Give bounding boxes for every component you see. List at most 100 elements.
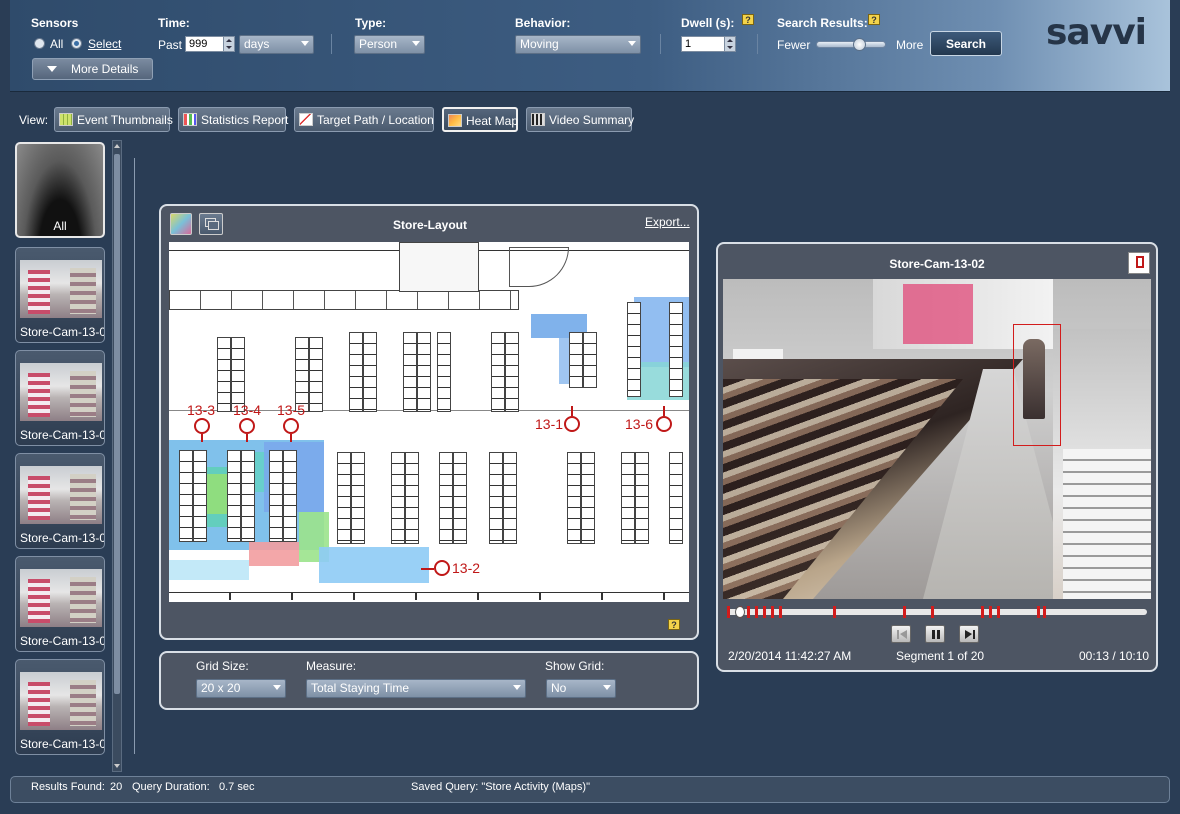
shelf (193, 450, 207, 542)
statistics-report-button[interactable]: Statistics Report (178, 107, 289, 132)
shelf (217, 337, 231, 412)
scroll-down-icon[interactable] (114, 764, 120, 768)
results-slider-track[interactable] (816, 38, 886, 51)
timeline-event-tick[interactable] (997, 606, 1000, 618)
timeline-event-tick[interactable] (833, 606, 836, 618)
help-icon[interactable]: ? (742, 14, 754, 25)
timeline-event-tick[interactable] (779, 606, 782, 618)
camera-marker-13-1[interactable] (564, 416, 580, 432)
camera-thumb[interactable]: Store-Cam-13-0 (15, 556, 105, 652)
camera-thumb[interactable]: Store-Cam-13-0 (15, 453, 105, 549)
help-icon[interactable]: ? (668, 619, 680, 630)
camera-thumb[interactable]: Store-Cam-13-0 (15, 247, 105, 343)
video-summary-button[interactable]: Video Summary (526, 107, 634, 132)
grid-size-label: Grid Size: (196, 659, 249, 673)
camera-marker-13-4[interactable] (239, 418, 255, 434)
event-thumbnails-button[interactable]: Event Thumbnails (54, 107, 173, 132)
results-slider-knob[interactable] (853, 38, 866, 51)
view-label: View: (19, 113, 49, 127)
shelf (405, 452, 419, 544)
camera-thumb-all[interactable]: All (15, 142, 105, 238)
popout-icon[interactable] (1128, 252, 1150, 274)
scroll-up-icon[interactable] (114, 144, 120, 148)
heat-cell (169, 560, 249, 580)
fewer-label: Fewer (777, 38, 811, 52)
timeline-event-tick[interactable] (1037, 606, 1040, 618)
window-icon[interactable] (199, 213, 223, 235)
pharmacy-area (399, 242, 479, 292)
shelf (241, 450, 255, 542)
shelf (363, 332, 377, 412)
camera-marker-label: 13-5 (277, 402, 306, 418)
right-shelf-products (1063, 449, 1151, 599)
timeline-event-tick[interactable] (727, 606, 730, 618)
timeline-event-tick[interactable] (771, 606, 774, 618)
dwell-stepper[interactable] (724, 37, 735, 51)
camera-marker-13-5[interactable] (283, 418, 299, 434)
timeline-event-tick[interactable] (903, 606, 906, 618)
divider (660, 34, 661, 54)
sensors-all-radio[interactable] (34, 38, 45, 49)
timeline-event-tick[interactable] (755, 606, 758, 618)
sensors-select-link[interactable]: Select (88, 37, 121, 51)
export-link[interactable]: Export... (645, 215, 690, 229)
camera-thumb[interactable]: Store-Cam-13-0 (15, 659, 105, 755)
camera-marker-13-3[interactable] (194, 418, 210, 434)
shelf (231, 337, 245, 412)
shelf (669, 302, 683, 397)
layer-icon[interactable] (170, 213, 192, 235)
shelf (439, 452, 453, 544)
camera-marker-13-2[interactable] (434, 560, 450, 576)
grid-size-select[interactable]: 20 x 20 (196, 679, 286, 698)
button-label: Target Path / Location (317, 113, 434, 127)
thumb-label: Store-Cam-13-0 (20, 325, 105, 339)
next-button[interactable] (959, 625, 979, 643)
timeline-event-tick[interactable] (989, 606, 992, 618)
target-path-button[interactable]: Target Path / Location (294, 107, 434, 132)
sensors-label: Sensors (31, 16, 79, 30)
help-icon[interactable]: ? (868, 14, 880, 25)
show-grid-select[interactable]: No (546, 679, 616, 698)
time-unit-select[interactable]: days (239, 35, 314, 54)
timeline-event-tick[interactable] (747, 606, 750, 618)
timeline-track[interactable] (727, 606, 1147, 618)
type-select[interactable]: Person (354, 35, 425, 54)
time-label: Time: (158, 16, 190, 30)
camera-thumb[interactable]: Store-Cam-13-0 (15, 350, 105, 446)
sensors-select-radio[interactable] (71, 38, 82, 49)
store-floor-plan[interactable]: 13-3 13-4 13-5 13-1 13-6 13-2 (169, 242, 689, 602)
segment-label: Segment 1 of 20 (896, 649, 985, 663)
timeline-event-tick[interactable] (981, 606, 984, 618)
timeline-event-tick[interactable] (763, 606, 766, 618)
timeline-event-tick[interactable] (931, 606, 934, 618)
scrollbar-thumb[interactable] (114, 154, 120, 694)
behavior-select[interactable]: Moving (515, 35, 641, 54)
time-stepper[interactable] (223, 37, 234, 51)
heat-map-button[interactable]: Heat Map (442, 107, 518, 132)
shelf (581, 452, 595, 544)
button-label: Statistics Report (201, 113, 289, 127)
behavior-label: Behavior: (515, 16, 571, 30)
dwell-value-input[interactable]: 1 (681, 36, 736, 52)
previous-button[interactable] (891, 625, 911, 643)
timeline-event-tick[interactable] (1043, 606, 1046, 618)
camera-marker-label: 13-2 (452, 560, 481, 576)
camera-preview (20, 363, 102, 421)
sensors-all-label[interactable]: All (50, 37, 63, 51)
video-frame[interactable] (723, 279, 1151, 599)
search-button[interactable]: Search (930, 31, 1002, 56)
measure-select[interactable]: Total Staying Time (306, 679, 526, 698)
thumb-scrollbar[interactable] (112, 140, 122, 772)
video-time: 00:13 / 10:10 (1079, 649, 1150, 663)
heat-cell (249, 542, 299, 566)
query-duration-value: 0.7 sec (219, 781, 255, 793)
timeline-playhead[interactable] (735, 606, 745, 618)
camera-marker-13-6[interactable] (656, 416, 672, 432)
pause-button[interactable] (925, 625, 945, 643)
camera-preview (20, 466, 102, 524)
thumb-label: Store-Cam-13-0 (20, 634, 105, 648)
time-value-input[interactable]: 999 (185, 36, 235, 52)
thumb-label: Store-Cam-13-0 (20, 531, 105, 545)
more-details-button[interactable]: More Details (32, 58, 153, 80)
shelf (417, 332, 431, 412)
